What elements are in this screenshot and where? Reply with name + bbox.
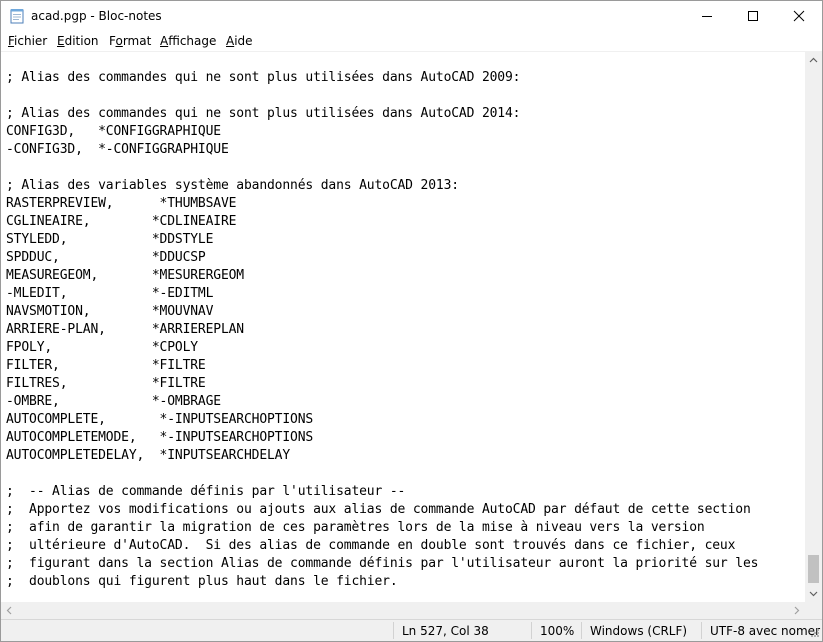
status-divider xyxy=(393,622,394,639)
chevron-down-icon xyxy=(809,591,818,597)
menu-label: ide xyxy=(234,34,253,48)
menu-aide[interactable]: Aide xyxy=(226,34,253,48)
editor-line: AUTOCOMPLETEDELAY, *INPUTSEARCHDELAY xyxy=(6,448,291,463)
scroll-right-arrow[interactable] xyxy=(788,602,805,619)
resize-grip-icon[interactable] xyxy=(807,625,820,638)
vertical-scrollbar[interactable] xyxy=(805,52,822,602)
status-bar: Ln 527, Col 38 100% Windows (CRLF) UTF-8… xyxy=(1,619,822,641)
editor-line: ; doublons qui figurent plus haut dans l… xyxy=(6,574,398,589)
status-encoding: UTF-8 avec nomer xyxy=(710,624,820,638)
editor-line: ARRIERE-PLAN, *ARRIEREPLAN xyxy=(6,322,244,337)
menu-label: ichier xyxy=(14,34,48,48)
menu-accel: A xyxy=(226,34,235,48)
editor-line: AUTOCOMPLETEMODE, *-INPUTSEARCHOPTIONS xyxy=(6,430,314,445)
status-divider xyxy=(531,622,532,639)
menu-label: rmat xyxy=(122,34,152,48)
editor-line: FILTER, *FILTRE xyxy=(6,358,206,373)
menu-fichier[interactable]: Fichier xyxy=(8,34,47,48)
editor-line: ; -- Alias de commande définis par l'uti… xyxy=(6,484,406,499)
chevron-right-icon xyxy=(794,606,800,615)
chevron-left-icon xyxy=(6,606,12,615)
editor-line: ; figurant dans la section Alias de comm… xyxy=(6,556,759,571)
menu-bar: Fichier Edition Format Affichage Aide xyxy=(1,31,822,51)
scroll-up-arrow[interactable] xyxy=(805,52,822,69)
maximize-button[interactable] xyxy=(730,1,776,31)
editor-line: RASTERPREVIEW, *THUMBSAVE xyxy=(6,196,237,211)
notepad-icon xyxy=(10,8,24,24)
menu-label: ffichage xyxy=(168,34,217,48)
editor-line: CONFIG3D, *CONFIGGRAPHIQUE xyxy=(6,124,221,139)
menu-accel: E xyxy=(57,34,65,48)
editor-line: FPOLY, *CPOLY xyxy=(6,340,198,355)
menu-affichage[interactable]: Affichage xyxy=(160,34,216,48)
editor-line: ; Apportez vos modifications ou ajouts a… xyxy=(6,502,751,517)
editor-line: ; ultérieure d'AutoCAD. Si des alias de … xyxy=(6,538,736,553)
minimize-button[interactable] xyxy=(684,1,730,31)
editor-line: CGLINEAIRE, *CDLINEAIRE xyxy=(6,214,237,229)
status-line-endings: Windows (CRLF) xyxy=(590,624,688,638)
status-zoom: 100% xyxy=(540,624,575,638)
scrollbar-corner xyxy=(805,602,822,619)
text-editor[interactable]: ; Alias des commandes qui ne sont plus u… xyxy=(1,52,805,602)
horizontal-scrollbar[interactable] xyxy=(1,602,805,619)
menu-label: dition xyxy=(64,34,99,48)
editor-line: -CONFIG3D, *-CONFIGGRAPHIQUE xyxy=(6,142,229,157)
title-bar[interactable]: acad.pgp - Bloc-notes xyxy=(1,1,822,31)
editor-line: FILTRES, *FILTRE xyxy=(6,376,206,391)
status-cursor-position: Ln 527, Col 38 xyxy=(402,624,489,638)
minimize-icon xyxy=(702,16,712,17)
menu-format[interactable]: Format xyxy=(109,34,151,48)
status-divider xyxy=(701,622,702,639)
menu-accel: o xyxy=(115,34,123,48)
menu-edition[interactable]: Edition xyxy=(57,34,99,48)
editor-line: AUTOCOMPLETE, *-INPUTSEARCHOPTIONS xyxy=(6,412,314,427)
notepad-window: acad.pgp - Bloc-notes Fichier Edition Fo… xyxy=(0,0,823,642)
editor-line: MEASUREGEOM, *MESURERGEOM xyxy=(6,268,244,283)
vertical-scroll-thumb[interactable] xyxy=(808,555,819,583)
close-icon xyxy=(793,10,805,22)
scroll-down-arrow[interactable] xyxy=(805,585,822,602)
editor-line: -OMBRE, *-OMBRAGE xyxy=(6,394,221,409)
editor-line: ; Alias des variables système abandonnés… xyxy=(6,178,459,193)
editor-line: ; Alias des commandes qui ne sont plus u… xyxy=(6,106,521,121)
editor-line: NAVSMOTION, *MOUVNAV xyxy=(6,304,214,319)
editor-line: SPDDUC, *DDUCSP xyxy=(6,250,206,265)
window-title: acad.pgp - Bloc-notes xyxy=(31,9,162,23)
status-divider xyxy=(581,622,582,639)
scroll-left-arrow[interactable] xyxy=(1,602,18,619)
maximize-icon xyxy=(748,11,758,21)
editor-line: -MLEDIT, *-EDITML xyxy=(6,286,214,301)
menu-accel: A xyxy=(160,34,169,48)
editor-line: STYLEDD, *DDSTYLE xyxy=(6,232,214,247)
editor-line: ; afin de garantir la migration de ces p… xyxy=(6,520,705,535)
chevron-up-icon xyxy=(809,57,818,63)
close-button[interactable] xyxy=(776,1,822,31)
editor-line: ; Alias des commandes qui ne sont plus u… xyxy=(6,70,521,85)
